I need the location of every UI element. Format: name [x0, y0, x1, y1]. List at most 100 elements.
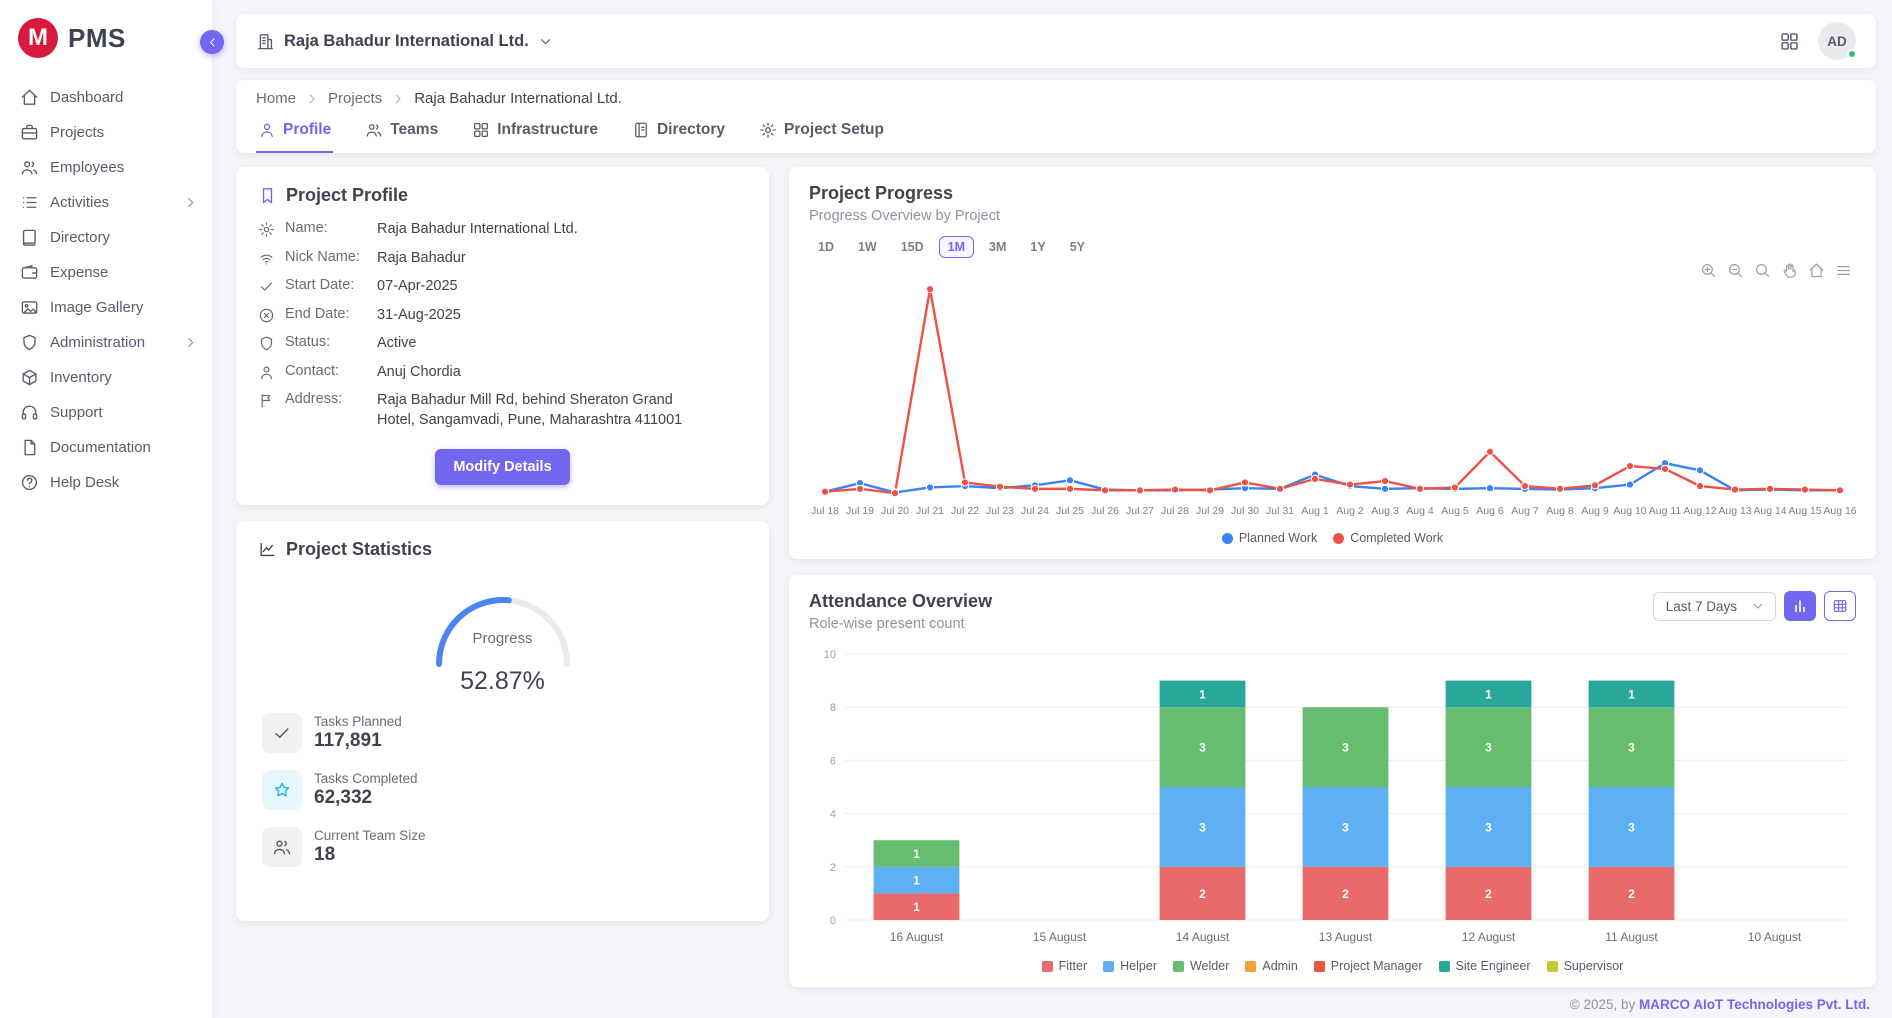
home-reset-icon[interactable]: [1808, 262, 1825, 279]
image-icon: [20, 298, 39, 317]
sidebar-item-label: Projects: [50, 124, 104, 141]
user-avatar[interactable]: AD: [1818, 22, 1856, 60]
svg-text:Jul 19: Jul 19: [846, 505, 874, 517]
grid-icon: [472, 121, 490, 139]
legend-supervisor[interactable]: Supervisor: [1547, 959, 1624, 973]
footer-company-link[interactable]: MARCO AIoT Technologies Pvt. Ltd.: [1639, 997, 1870, 1012]
zoom-in-icon[interactable]: [1700, 262, 1717, 279]
svg-text:Aug 7: Aug 7: [1511, 505, 1539, 517]
field-start-date: Start Date: 07-Apr-2025: [258, 277, 747, 297]
sidebar-item-help-desk[interactable]: Help Desk: [0, 465, 212, 500]
sidebar-item-projects[interactable]: Projects: [0, 115, 212, 150]
svg-text:3: 3: [1485, 741, 1492, 755]
stat-tasks-planned: Tasks Planned 117,891: [262, 713, 747, 753]
check-icon: [272, 723, 292, 743]
sidebar-nav: Dashboard Projects Employees Activities …: [0, 80, 212, 500]
svg-text:Jul 22: Jul 22: [951, 505, 979, 517]
legend-fitter[interactable]: Fitter: [1042, 959, 1087, 973]
file-icon: [20, 438, 39, 457]
svg-text:Aug 10: Aug 10: [1613, 505, 1646, 517]
table-view-button[interactable]: [1824, 591, 1856, 621]
attendance-bar-chart[interactable]: 024681016 August11115 August14 August233…: [809, 638, 1856, 955]
field-status: Status: Active: [258, 334, 747, 354]
svg-text:12 August: 12 August: [1462, 930, 1516, 944]
svg-text:Aug 14: Aug 14: [1753, 505, 1786, 517]
zoom-out-icon[interactable]: [1727, 262, 1744, 279]
breadcrumb-tabs-panel: Home Projects Raja Bahadur International…: [236, 80, 1876, 153]
range-1w-button[interactable]: 1W: [849, 236, 886, 258]
legend-planned-work[interactable]: Planned Work: [1222, 531, 1317, 545]
copyright-text: © 2025, by: [1570, 997, 1639, 1012]
tab-teams[interactable]: Teams: [363, 117, 440, 153]
svg-text:1: 1: [913, 874, 920, 888]
range-3m-button[interactable]: 3M: [980, 236, 1015, 258]
range-1m-button[interactable]: 1M: [939, 236, 974, 258]
sidebar-item-administration[interactable]: Administration: [0, 325, 212, 360]
svg-text:3: 3: [1342, 820, 1349, 834]
legend-project-manager[interactable]: Project Manager: [1314, 959, 1423, 973]
date-range-select[interactable]: Last 7 Days: [1653, 592, 1776, 621]
sidebar-item-directory[interactable]: Directory: [0, 220, 212, 255]
breadcrumb-projects[interactable]: Projects: [328, 90, 382, 107]
headset-icon: [20, 403, 39, 422]
sidebar-item-inventory[interactable]: Inventory: [0, 360, 212, 395]
sidebar-collapse-button[interactable]: [200, 30, 224, 54]
svg-text:6: 6: [830, 755, 836, 767]
field-contact: Contact: Anuj Chordia: [258, 363, 747, 383]
sidebar-item-label: Administration: [50, 334, 145, 351]
top-header: Raja Bahadur International Ltd. AD: [236, 14, 1876, 68]
app-logo[interactable]: M PMS: [0, 0, 212, 80]
chart-view-button[interactable]: [1784, 591, 1816, 621]
tab-infrastructure[interactable]: Infrastructure: [470, 117, 600, 153]
main-content: Raja Bahadur International Ltd. AD Home …: [212, 0, 1892, 1012]
sidebar-item-label: Employees: [50, 159, 124, 176]
legend-admin[interactable]: Admin: [1245, 959, 1297, 973]
svg-text:Aug 5: Aug 5: [1441, 505, 1469, 517]
progress-line-chart[interactable]: Jul 18Jul 19Jul 20Jul 21Jul 22Jul 23Jul …: [809, 260, 1856, 527]
svg-text:1: 1: [1485, 687, 1492, 701]
breadcrumb-home[interactable]: Home: [256, 90, 296, 107]
legend-helper[interactable]: Helper: [1103, 959, 1157, 973]
modify-details-button[interactable]: Modify Details: [435, 449, 569, 485]
range-1y-button[interactable]: 1Y: [1021, 236, 1054, 258]
sidebar-item-expense[interactable]: Expense: [0, 255, 212, 290]
range-5y-button[interactable]: 5Y: [1061, 236, 1094, 258]
company-name: Raja Bahadur International Ltd.: [284, 32, 529, 51]
sidebar-item-image-gallery[interactable]: Image Gallery: [0, 290, 212, 325]
sidebar-item-dashboard[interactable]: Dashboard: [0, 80, 212, 115]
svg-text:Aug 6: Aug 6: [1476, 505, 1504, 517]
range-1d-button[interactable]: 1D: [809, 236, 843, 258]
sidebar-item-documentation[interactable]: Documentation: [0, 430, 212, 465]
legend-welder[interactable]: Welder: [1173, 959, 1229, 973]
svg-text:3: 3: [1628, 820, 1635, 834]
sidebar-item-support[interactable]: Support: [0, 395, 212, 430]
svg-text:16 August: 16 August: [890, 930, 944, 944]
sidebar-item-label: Activities: [50, 194, 109, 211]
tab-profile[interactable]: Profile: [256, 117, 333, 153]
menu-icon[interactable]: [1835, 262, 1852, 279]
sidebar-item-label: Help Desk: [50, 474, 119, 491]
company-selector[interactable]: Raja Bahadur International Ltd.: [256, 32, 553, 51]
svg-text:Aug 12: Aug 12: [1683, 505, 1716, 517]
magnifier-icon[interactable]: [1754, 262, 1771, 279]
chevron-down-icon: [1751, 599, 1765, 613]
hand-pan-icon[interactable]: [1781, 262, 1798, 279]
gear-icon: [258, 221, 275, 238]
svg-text:0: 0: [830, 915, 836, 927]
svg-text:2: 2: [1485, 887, 1492, 901]
legend-completed-work[interactable]: Completed Work: [1333, 531, 1443, 545]
svg-text:2: 2: [1628, 887, 1635, 901]
tab-directory[interactable]: Directory: [630, 117, 727, 153]
tab-project-setup[interactable]: Project Setup: [757, 117, 886, 153]
card-title: Project Profile: [286, 185, 408, 206]
sidebar-item-employees[interactable]: Employees: [0, 150, 212, 185]
project-profile-card: Project Profile Name: Raja Bahadur Inter…: [236, 167, 769, 505]
chevron-right-icon: [391, 92, 405, 106]
sidebar-item-activities[interactable]: Activities: [0, 185, 212, 220]
svg-text:Aug 9: Aug 9: [1581, 505, 1609, 517]
star-icon: [272, 780, 292, 800]
apps-grid-icon[interactable]: [1779, 31, 1800, 52]
range-15d-button[interactable]: 15D: [892, 236, 933, 258]
legend-site-engineer[interactable]: Site Engineer: [1439, 959, 1531, 973]
users-icon: [272, 837, 292, 857]
